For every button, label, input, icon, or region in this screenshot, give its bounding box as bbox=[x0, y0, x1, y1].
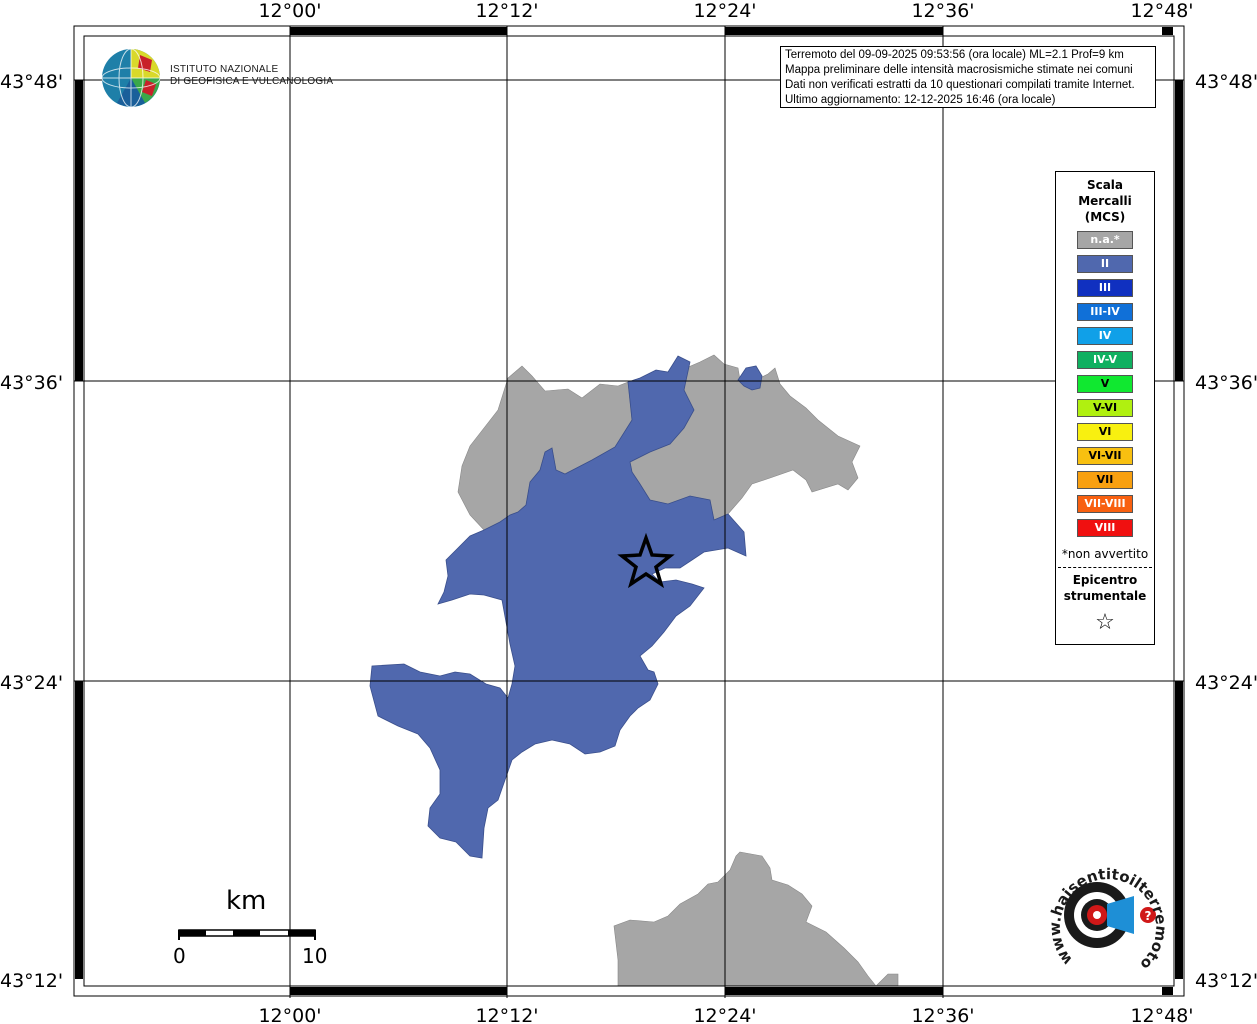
lon-label-bottom-1: 12°00' bbox=[258, 1005, 321, 1024]
lat-label-left-1: 43°48' bbox=[0, 71, 63, 93]
legend-swatch-IV-V: IV-V bbox=[1077, 351, 1133, 369]
legend-epicenter-label: Epicentro strumentale bbox=[1056, 572, 1154, 604]
lon-label-top-4: 12°36' bbox=[911, 0, 974, 22]
info-line-4: Ultimo aggiornamento: 12-12-2025 16:46 (… bbox=[785, 94, 1056, 106]
legend-title-line-1: Scala bbox=[1086, 178, 1124, 192]
scale-min-label: 0 bbox=[173, 944, 186, 968]
lon-label-top-2: 12°12' bbox=[475, 0, 538, 22]
scale-bar bbox=[178, 929, 316, 940]
info-line-1: Terremoto del 09-09-2025 09:53:56 (ora l… bbox=[785, 49, 1124, 61]
lat-label-right-3: 43°24' bbox=[1195, 672, 1257, 694]
legend-swatch-IV: IV bbox=[1077, 327, 1133, 345]
legend-title: Scala Mercalli (MCS) bbox=[1056, 177, 1154, 225]
legend-star-icon: ☆ bbox=[1095, 610, 1115, 635]
legend-swatch-III-IV: III-IV bbox=[1077, 303, 1133, 321]
scale-max-label: 10 bbox=[302, 944, 328, 968]
legend-swatch-VI-VII: VI-VII bbox=[1077, 447, 1133, 465]
logo-line-2: DI GEOFISICA E VULCANOLOGIA bbox=[170, 76, 334, 87]
scale-unit-label: km bbox=[226, 886, 267, 916]
legend-swatch-III: III bbox=[1077, 279, 1133, 297]
lat-label-right-1: 43°48' bbox=[1195, 71, 1257, 93]
lon-label-bottom-3: 12°24' bbox=[693, 1005, 756, 1024]
lon-label-top-5: 12°48' bbox=[1130, 0, 1193, 22]
legend-swatch-VII: VII bbox=[1077, 471, 1133, 489]
mcs-legend: Scala Mercalli (MCS) n.a.* II III III-IV… bbox=[1055, 171, 1155, 645]
legend-title-line-2: Mercalli bbox=[1078, 194, 1132, 208]
info-line-2: Mappa preliminare delle intensità macros… bbox=[785, 64, 1133, 76]
lat-label-right-4: 43°12' bbox=[1195, 970, 1257, 992]
area-not-felt-south bbox=[613, 851, 899, 987]
lat-label-left-4: 43°12' bbox=[0, 970, 63, 992]
legend-epicenter-line-2: strumentale bbox=[1063, 589, 1147, 603]
legend-swatch-VII-VIII: VII-VIII bbox=[1077, 495, 1133, 513]
legend-swatch-V: V bbox=[1077, 375, 1133, 393]
lon-label-bottom-4: 12°36' bbox=[911, 1005, 974, 1024]
lon-label-bottom-2: 12°12' bbox=[475, 1005, 538, 1024]
ingv-logo-text: ISTITUTO NAZIONALE DI GEOFISICA E VULCAN… bbox=[170, 64, 333, 88]
lon-label-bottom-5: 12°48' bbox=[1130, 1005, 1193, 1024]
info-line-3: Dati non verificati estratti da 10 quest… bbox=[785, 79, 1135, 91]
legend-swatch-V-VI: V-VI bbox=[1077, 399, 1133, 417]
lon-label-top-1: 12°00' bbox=[258, 0, 321, 22]
lon-label-top-3: 12°24' bbox=[693, 0, 756, 22]
legend-swatch-VIII: VIII bbox=[1077, 519, 1133, 537]
legend-swatch-VI: VI bbox=[1077, 423, 1133, 441]
event-info-box: Terremoto del 09-09-2025 09:53:56 (ora l… bbox=[780, 46, 1156, 108]
ingv-globe-icon bbox=[101, 48, 161, 108]
lat-label-left-3: 43°24' bbox=[0, 672, 63, 694]
legend-swatch-na: n.a.* bbox=[1077, 231, 1133, 249]
legend-divider bbox=[1058, 567, 1152, 568]
legend-title-line-3: (MCS) bbox=[1084, 210, 1126, 224]
legend-note: *non avvertito bbox=[1061, 547, 1149, 561]
lat-label-left-2: 43°36' bbox=[0, 372, 63, 394]
legend-swatch-II: II bbox=[1077, 255, 1133, 273]
legend-epicenter-line-1: Epicentro bbox=[1072, 573, 1138, 587]
lat-label-right-2: 43°36' bbox=[1195, 372, 1257, 394]
logo-line-1: ISTITUTO NAZIONALE bbox=[170, 64, 279, 75]
legend-swatches: n.a.* II III III-IV IV IV-V V V-VI VI VI… bbox=[1056, 231, 1154, 537]
